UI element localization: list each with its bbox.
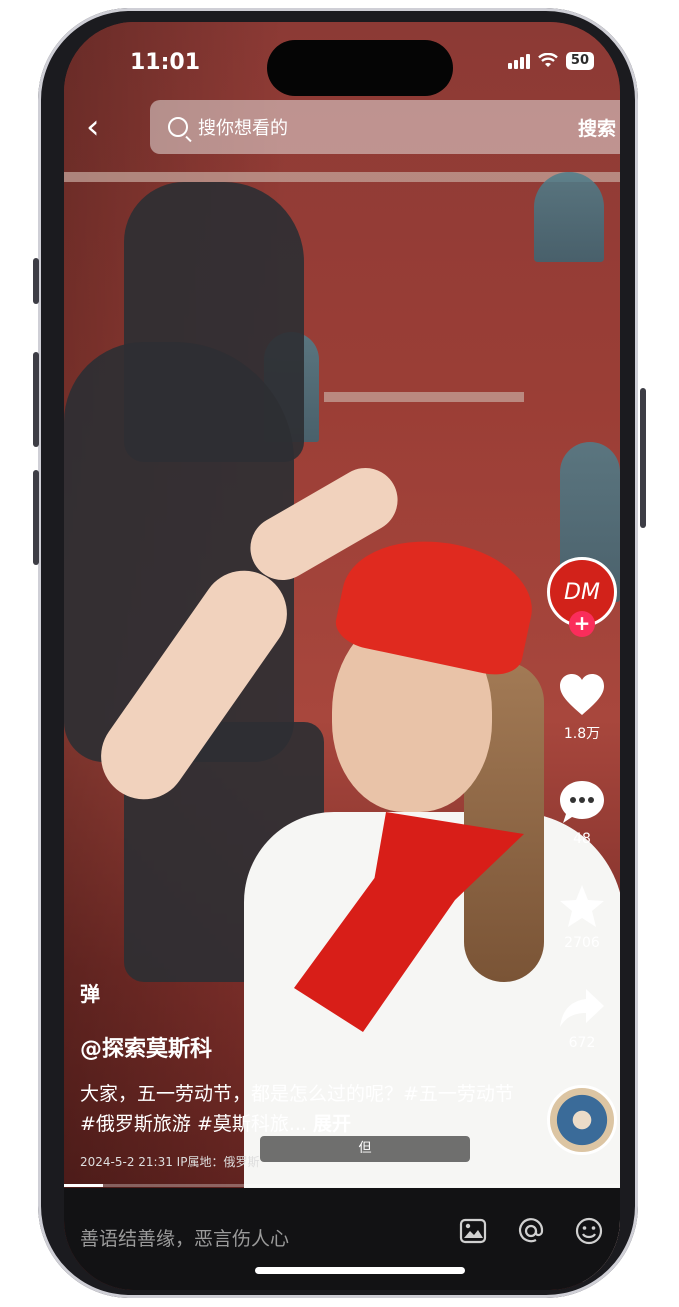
favorite-button[interactable]: 2706 xyxy=(558,883,606,951)
search-placeholder[interactable]: 搜你想看的 xyxy=(198,114,578,140)
image-icon[interactable] xyxy=(456,1214,490,1248)
danmaku-toggle[interactable]: 弹 xyxy=(80,978,530,1007)
share-count: 672 xyxy=(568,1035,596,1051)
volume-up-button xyxy=(33,352,39,447)
status-time: 11:01 xyxy=(130,50,201,75)
comment-bar: 善语结善缘，恶言伤人心 xyxy=(64,1188,620,1290)
like-button[interactable]: 1.8万 xyxy=(558,673,606,743)
silent-switch xyxy=(33,258,39,304)
dynamic-island xyxy=(267,40,453,96)
author-avatar[interactable]: DM + xyxy=(547,557,617,637)
comment-icon xyxy=(560,781,604,823)
share-arrow-icon xyxy=(560,989,604,1027)
music-disc-icon[interactable] xyxy=(547,1085,617,1155)
screen: 11:01 50 ‹ 搜你想看的 搜索 DM + 1.8万 48 2706 67… xyxy=(64,22,620,1290)
author-name[interactable]: @探索莫斯科 xyxy=(80,1031,530,1063)
overlay-tag: 但 xyxy=(260,1136,470,1162)
battery-level: 50 xyxy=(565,52,594,70)
star-icon xyxy=(560,885,604,927)
comment-button[interactable]: 48 xyxy=(558,779,606,847)
video-progress-fill xyxy=(64,1184,103,1187)
favorite-count: 2706 xyxy=(564,935,600,951)
status-indicators: 50 xyxy=(507,52,594,70)
chevron-left-icon: ‹ xyxy=(86,107,100,147)
comment-count: 48 xyxy=(573,831,591,847)
signal-icon xyxy=(507,53,530,69)
power-button xyxy=(640,388,646,528)
comment-input[interactable]: 善语结善缘，恶言伤人心 xyxy=(80,1224,289,1251)
follow-plus-icon[interactable]: + xyxy=(569,611,595,637)
avatar-text: DM xyxy=(564,579,600,605)
like-count: 1.8万 xyxy=(563,726,601,742)
heart-icon xyxy=(560,674,604,715)
building-cornice xyxy=(64,172,620,182)
search-button[interactable]: 搜索 xyxy=(578,114,616,141)
search-bar[interactable]: 搜你想看的 搜索 xyxy=(150,100,620,154)
building-cornice xyxy=(324,392,524,402)
search-icon xyxy=(168,117,188,137)
video-progress-bar[interactable] xyxy=(64,1184,620,1187)
expand-button[interactable]: 展开 xyxy=(313,1113,351,1135)
volume-down-button xyxy=(33,470,39,565)
description-text: 大家，五一劳动节，都是怎么过的呢？#五一劳动节 #俄罗斯旅游 #莫斯科旅... xyxy=(80,1083,514,1135)
emoji-icon[interactable] xyxy=(572,1214,606,1248)
building-window xyxy=(534,172,604,262)
video-description: 大家，五一劳动节，都是怎么过的呢？#五一劳动节 #俄罗斯旅游 #莫斯科旅... … xyxy=(80,1079,530,1139)
at-icon[interactable] xyxy=(514,1214,548,1248)
back-button[interactable]: ‹ xyxy=(86,110,100,144)
comment-tools xyxy=(456,1214,606,1248)
home-indicator[interactable] xyxy=(255,1267,465,1274)
action-rail: DM + 1.8万 48 2706 672 xyxy=(544,557,620,1155)
share-button[interactable]: 672 xyxy=(558,987,606,1051)
wifi-icon xyxy=(538,53,558,67)
